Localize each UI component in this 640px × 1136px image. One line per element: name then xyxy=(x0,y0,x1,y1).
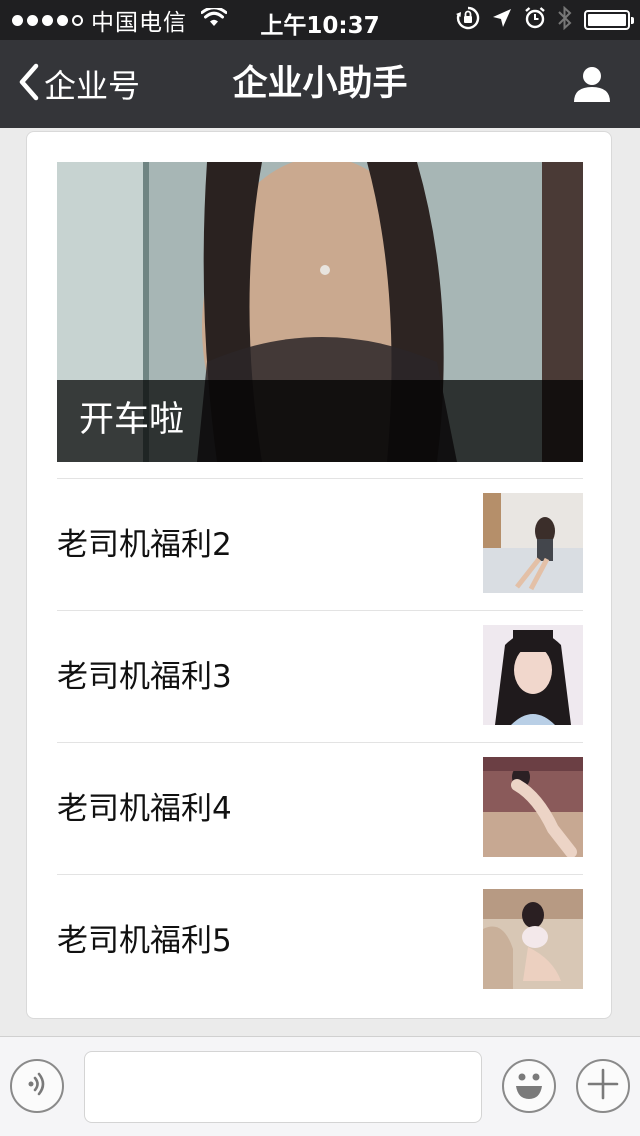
article-item[interactable]: 老司机福利3 xyxy=(57,610,583,742)
battery-level xyxy=(588,14,626,26)
article-message-card: 开车啦 老司机福利2 老司机福利3 老司机福利4 老司机福利5 xyxy=(26,131,612,1019)
article-title: 老司机福利3 xyxy=(57,659,232,695)
article-item[interactable]: 老司机福利5 xyxy=(57,874,583,1006)
location-arrow-icon xyxy=(492,8,512,32)
article-thumbnail xyxy=(483,625,583,725)
alarm-icon xyxy=(524,7,546,33)
bluetooth-icon xyxy=(558,5,572,34)
rotation-lock-icon xyxy=(456,6,480,34)
plus-icon xyxy=(586,1067,620,1105)
page-title: 企业小助手 xyxy=(232,64,408,104)
article-item[interactable]: 老司机福利2 xyxy=(57,478,583,610)
user-profile-button[interactable] xyxy=(572,64,612,108)
article-thumbnail xyxy=(483,889,583,989)
emoji-icon xyxy=(504,1059,554,1113)
cover-title-overlay: 开车啦 xyxy=(57,380,583,462)
user-icon xyxy=(572,67,612,108)
navigation-bar: 企业号 企业小助手 xyxy=(0,40,640,128)
emoji-button[interactable] xyxy=(502,1059,556,1113)
article-title: 老司机福利2 xyxy=(57,527,232,563)
article-thumbnail xyxy=(483,757,583,857)
article-title: 老司机福利5 xyxy=(57,923,232,959)
status-bar: 中国电信 上午10:37 xyxy=(0,0,640,40)
voice-icon xyxy=(22,1069,52,1103)
voice-input-button[interactable] xyxy=(10,1059,64,1113)
chat-input-bar xyxy=(0,1036,640,1136)
message-input[interactable] xyxy=(84,1051,482,1123)
cover-title: 开车啦 xyxy=(79,400,185,440)
more-actions-button[interactable] xyxy=(576,1059,630,1113)
battery-icon xyxy=(584,10,634,30)
article-item[interactable]: 老司机福利4 xyxy=(57,742,583,874)
status-bar-right xyxy=(456,5,634,34)
article-title: 老司机福利4 xyxy=(57,791,232,827)
cover-article[interactable]: 开车啦 xyxy=(57,162,583,462)
article-thumbnail xyxy=(483,493,583,593)
